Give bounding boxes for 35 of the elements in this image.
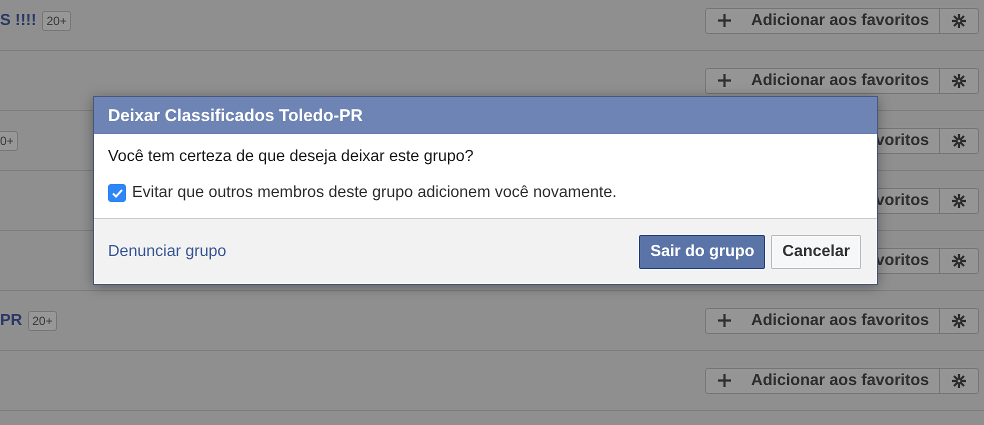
plus-icon bbox=[718, 14, 731, 27]
plus-icon bbox=[718, 374, 731, 387]
dialog-question: Você tem certeza de que deseja deixar este grupo? bbox=[108, 148, 475, 166]
leave-button[interactable]: Sair do grupo bbox=[639, 234, 766, 268]
count-badge: 20+ bbox=[28, 310, 57, 330]
gear-icon bbox=[952, 74, 966, 88]
gear-icon bbox=[952, 254, 966, 268]
dialog-title: Deixar Classificados Toledo-PR bbox=[108, 106, 363, 126]
plus-icon bbox=[718, 74, 731, 87]
add-favorites-button[interactable]: Adicionar aos favoritos bbox=[705, 68, 940, 94]
checkbox[interactable] bbox=[108, 184, 126, 202]
plus-icon bbox=[718, 314, 731, 327]
gear-icon bbox=[952, 194, 966, 208]
count-badge: 0+ bbox=[0, 130, 18, 150]
group-name[interactable]: PR bbox=[0, 312, 22, 330]
settings-button[interactable] bbox=[940, 68, 979, 94]
group-name[interactable]: S !!!! bbox=[0, 12, 36, 30]
add-favorites-button[interactable]: Adicionar aos favoritos bbox=[705, 8, 940, 34]
settings-button[interactable] bbox=[940, 8, 979, 34]
add-favorites-button[interactable]: Adicionar aos favoritos bbox=[705, 368, 940, 394]
gear-icon bbox=[952, 314, 966, 328]
settings-button[interactable] bbox=[940, 188, 979, 214]
settings-button[interactable] bbox=[940, 368, 979, 394]
gear-icon bbox=[952, 14, 966, 28]
gear-icon bbox=[952, 134, 966, 148]
count-badge: 20+ bbox=[42, 10, 71, 30]
add-favorites-button[interactable]: Adicionar aos favoritos bbox=[705, 308, 940, 334]
settings-button[interactable] bbox=[940, 308, 979, 334]
settings-button[interactable] bbox=[940, 128, 979, 154]
gear-icon bbox=[952, 374, 966, 388]
checkbox-label: Evitar que outros membros deste grupo adicionem você novamente. bbox=[132, 184, 617, 202]
report-link[interactable]: Denunciar grupo bbox=[108, 242, 226, 260]
cancel-button[interactable]: Cancelar bbox=[771, 234, 861, 268]
checkmark-icon bbox=[112, 188, 122, 198]
settings-button[interactable] bbox=[940, 248, 979, 274]
